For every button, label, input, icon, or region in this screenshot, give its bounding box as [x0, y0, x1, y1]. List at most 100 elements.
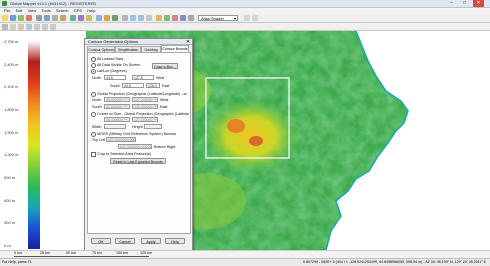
window-title: Global Mapper v13.1 (b051412) - REGISTER… [10, 1, 97, 6]
east-label: East [162, 84, 170, 88]
close-button[interactable]: ✕ [473, 0, 484, 7]
settings-icon[interactable] [188, 15, 194, 21]
east2-field[interactable]: 128.000000 *** [132, 104, 158, 109]
digitizer-toolbar [0, 23, 490, 31]
legend-tick-label: 300 m [4, 220, 16, 226]
scale-label: 75 km [92, 251, 103, 255]
main-toolbar [0, 14, 490, 23]
shader-icon[interactable] [156, 15, 162, 21]
bottom-right-label: Bottom Right [154, 145, 176, 149]
minimize-button[interactable]: – [446, 0, 457, 7]
refresh-icon[interactable] [122, 15, 128, 21]
shader-dropdown-value: Atlas Shader [201, 16, 224, 21]
3d-view-icon[interactable] [78, 15, 84, 21]
all-visible-label: All Data Visible On Screen [97, 62, 141, 67]
zoom-icon[interactable] [44, 15, 50, 21]
dialog-title: Contour Generation Options [88, 39, 139, 44]
scale-label: 100 km [116, 251, 129, 255]
legend-tick-label: 2,400 m [4, 61, 19, 67]
contour-icon[interactable] [164, 15, 170, 21]
layers-icon[interactable] [18, 15, 24, 21]
ok-button[interactable]: OK [91, 238, 111, 244]
save-icon[interactable] [10, 15, 16, 21]
apply-button[interactable]: Apply [141, 238, 161, 244]
south-field[interactable]: 44.6 [122, 83, 144, 88]
create-point-icon[interactable] [26, 24, 32, 30]
mgrs-label: MGRS (Military Grid Reference System) Bo… [97, 131, 177, 136]
mgrs-radio[interactable] [91, 132, 96, 137]
width-field[interactable] [104, 124, 126, 129]
global-projection-label: Global Projection (Geographic (Latitude/… [97, 91, 187, 96]
legend-tick-label: 1,500 m [4, 129, 19, 135]
info-icon[interactable] [96, 15, 102, 21]
width-label: Width [92, 125, 102, 129]
water-icon[interactable] [180, 15, 186, 21]
legend-tick-label: 900 m [4, 175, 16, 180]
lighting-icon[interactable] [172, 15, 178, 21]
digitizer-icon[interactable] [70, 15, 76, 21]
create-line-icon[interactable] [18, 24, 24, 30]
edit-icon[interactable] [2, 24, 8, 30]
zoom-in-icon[interactable] [130, 15, 136, 21]
global-projection-radio[interactable] [91, 92, 96, 97]
shader-dropdown[interactable]: Atlas Shader ▾ [198, 15, 238, 21]
maximize-button[interactable]: □ [459, 0, 470, 7]
west-label: West [156, 76, 165, 80]
crop-selected-checkbox[interactable] [91, 152, 96, 157]
corner-size-label: Corner w/ Size - Global Projection (Geog… [97, 111, 190, 116]
open-icon[interactable] [2, 15, 8, 21]
pointer-icon[interactable] [36, 15, 42, 21]
contour-options-dialog: Contour Generation Options ✕ Contour Opt… [84, 38, 193, 251]
scale-label: 125 km [140, 251, 153, 255]
north-field[interactable]: 44.8 [104, 75, 126, 80]
path-profile-icon[interactable] [86, 15, 92, 21]
bottom-right-field[interactable]: 52T 0000000 0000000 [118, 144, 152, 149]
elevation-legend: 2,700 m 2,400 m 2,100 m 1,800 m 1,500 m 1,200… [0, 31, 86, 250]
tab-contour-bounds[interactable]: Contour Bounds [161, 45, 189, 52]
create-area-icon[interactable] [10, 24, 16, 30]
reset-bounds-button[interactable]: Reset to Last Exported Bounds [110, 158, 166, 164]
draw-box-button[interactable]: Draw a Box... [152, 63, 178, 69]
south-label: South [110, 84, 120, 88]
height-field[interactable] [144, 124, 162, 129]
zoom-out-icon[interactable] [138, 15, 144, 21]
corner-west-field[interactable]: 127.000000 *** [132, 117, 158, 122]
north-label: North [92, 76, 102, 80]
top-left-field[interactable]: 52T 0000000 0000000 [106, 137, 136, 142]
west2-label: West [160, 98, 169, 102]
legend-tick-label: 600 m [4, 197, 16, 203]
north2-field[interactable]: 45.000000 *** [104, 97, 130, 102]
corner-north-field[interactable]: 45.000000 *** [104, 117, 130, 122]
peak-area [249, 136, 263, 146]
pan-icon[interactable] [52, 15, 58, 21]
cancel-button[interactable]: Cancel [115, 238, 135, 244]
peak-area [227, 119, 245, 133]
highland-area [201, 98, 301, 174]
vertical-exag-icon[interactable] [252, 15, 258, 21]
height-label: Height [132, 125, 143, 129]
elevation-color-ramp [28, 41, 40, 249]
gps-icon[interactable] [112, 15, 118, 21]
delete-icon[interactable] [50, 24, 56, 30]
measure-icon[interactable] [60, 15, 66, 21]
rotate-icon[interactable] [42, 24, 48, 30]
corner-size-radio[interactable] [91, 112, 96, 117]
feature-icon[interactable] [104, 15, 110, 21]
south2-field[interactable]: 44.000000 *** [104, 104, 130, 109]
scale-label: 25 km [40, 251, 51, 255]
title-bar: Global Mapper v13.1 (b051412) - REGISTER… [0, 0, 490, 8]
all-visible-radio[interactable] [91, 63, 96, 68]
export-icon[interactable] [26, 15, 32, 21]
west2-field[interactable]: 127.000000 *** [132, 97, 158, 102]
east-field[interactable]: 128.0 [146, 83, 160, 88]
help-button[interactable]: Help [165, 238, 185, 244]
move-icon[interactable] [34, 24, 40, 30]
full-view-icon[interactable] [146, 15, 152, 21]
scale-line [14, 256, 149, 257]
latlon-radio[interactable] [91, 69, 96, 74]
crop-selected-label: Crop to Selected Area Feature(s) [97, 151, 152, 156]
west-field[interactable]: 127.8 [132, 75, 154, 80]
top-left-label: Top Left [92, 138, 106, 142]
all-loaded-radio[interactable] [91, 57, 96, 62]
sun-icon[interactable] [244, 15, 250, 21]
